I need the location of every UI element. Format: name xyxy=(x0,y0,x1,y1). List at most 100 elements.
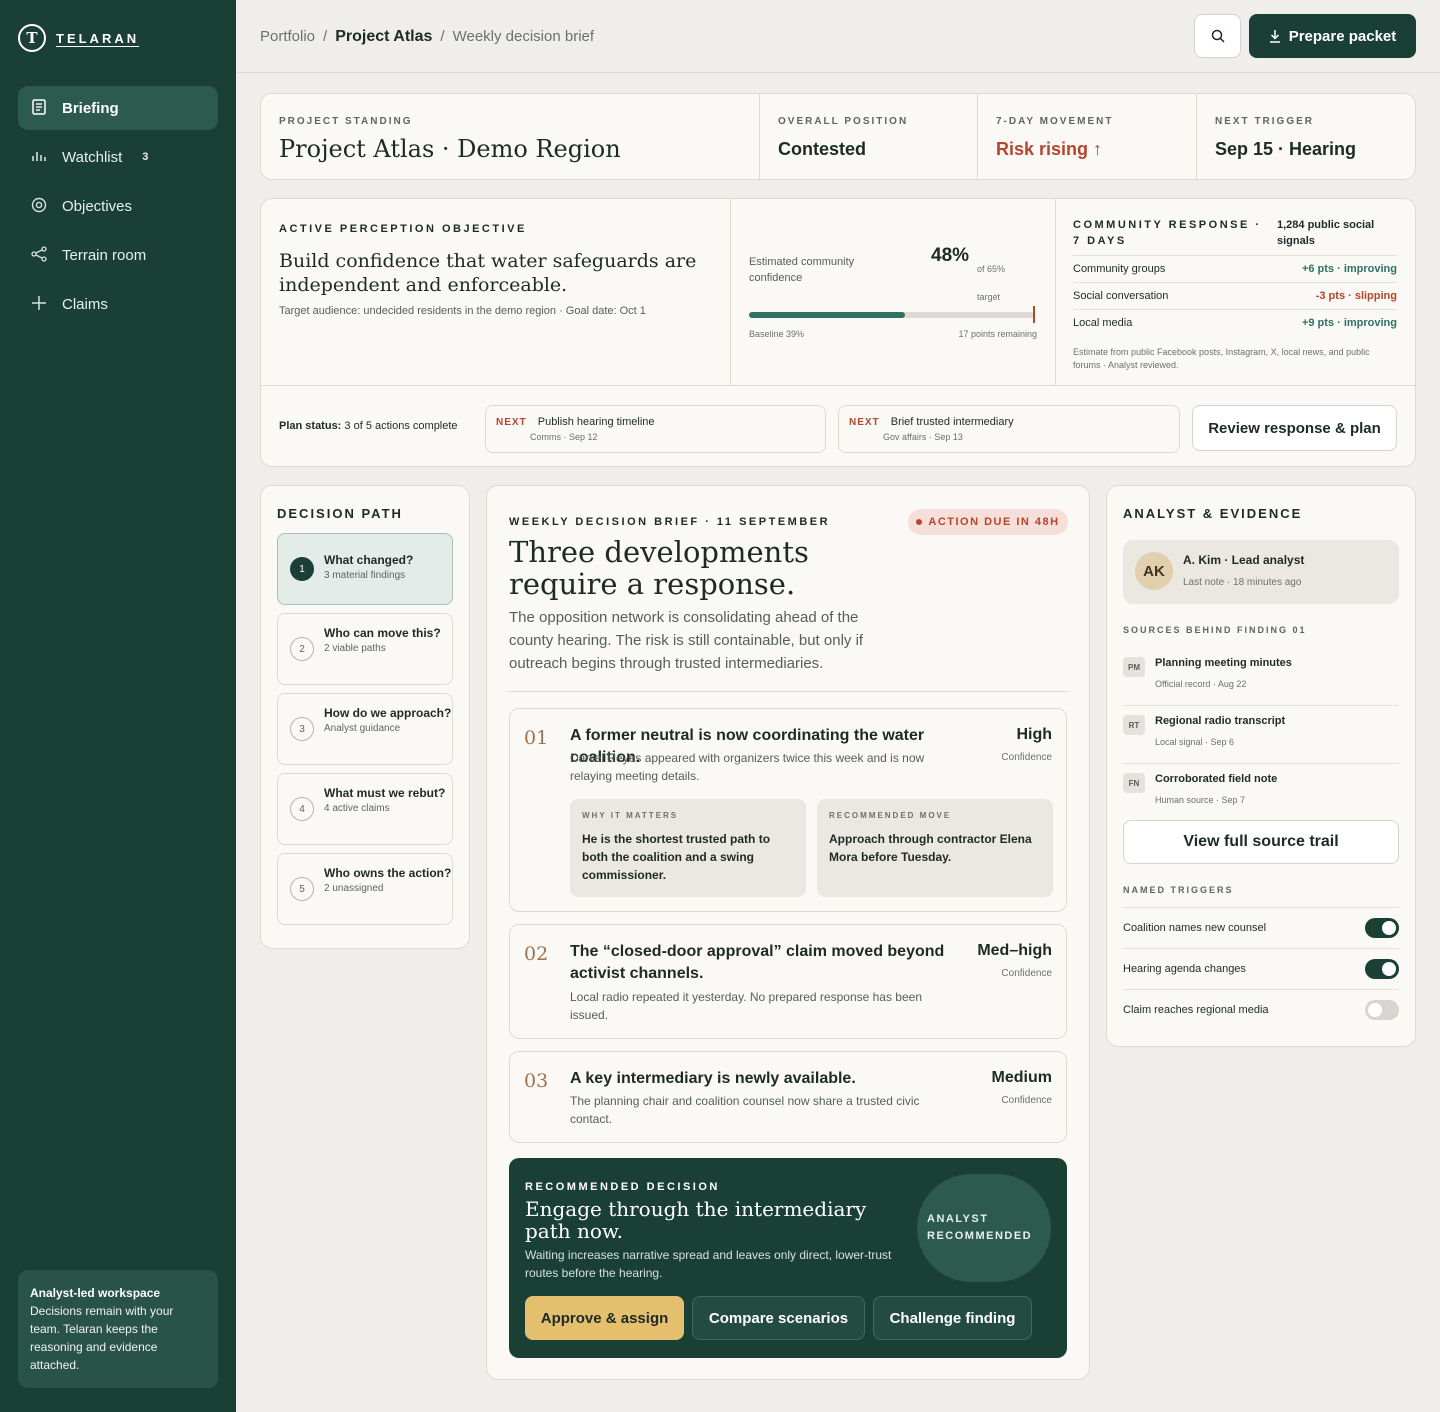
brief-label: Weekly decision brief · 11 September xyxy=(509,516,831,528)
trigger-toggle[interactable] xyxy=(1365,959,1399,979)
finding-number: 02 xyxy=(524,943,549,965)
standing-project: Project standing Project Atlas · Demo Re… xyxy=(261,94,760,179)
avatar: AK xyxy=(1135,552,1173,590)
step-title: Who owns the action? xyxy=(324,866,452,880)
response-count: 1,284 public social signals xyxy=(1277,219,1375,247)
step-sub: 4 active claims xyxy=(324,803,390,814)
brief-lede: The opposition network is consolidating … xyxy=(509,609,864,672)
finding-confidence: High Confidence xyxy=(1001,726,1052,763)
bars-icon xyxy=(30,149,48,165)
response-row: Community groups +6 pts · improving xyxy=(1073,256,1397,283)
decision-step-4[interactable]: 4 What must we rebut? 4 active claims xyxy=(277,773,453,845)
recommendation-desc: Waiting increases narrative spread and l… xyxy=(525,1248,892,1280)
response-row: Social conversation -3 pts · slipping xyxy=(1073,283,1397,310)
decision-step-5[interactable]: 5 Who owns the action? 2 unassigned xyxy=(277,853,453,925)
trigger-row: Coalition names new counsel xyxy=(1123,907,1399,948)
source-item[interactable]: RT Regional radio transcript Local signa… xyxy=(1123,706,1399,764)
finding-desc: The planning chair and coalition counsel… xyxy=(570,1094,920,1126)
approve-assign-button[interactable]: Approve & assign xyxy=(525,1296,684,1340)
nav-item-objectives[interactable]: Objectives xyxy=(18,184,218,228)
response-row-value: +6 pts · improving xyxy=(1301,263,1397,275)
next-action-title: Publish hearing timeline xyxy=(537,416,655,428)
nav-item-watchlist[interactable]: Watchlist 3 xyxy=(18,135,218,179)
review-plan-button[interactable]: Review response & plan xyxy=(1192,405,1397,451)
compare-scenarios-button[interactable]: Compare scenarios xyxy=(692,1296,865,1340)
why-label: Why it matters xyxy=(582,811,679,820)
objective-label: Active perception objective xyxy=(279,223,527,235)
decision-step-3[interactable]: 3 How do we approach? Analyst guidance xyxy=(277,693,453,765)
top-header: Portfolio / Project Atlas / Weekly decis… xyxy=(236,0,1440,73)
trigger-toggle[interactable] xyxy=(1365,918,1399,938)
nav-label: Briefing xyxy=(62,99,119,117)
finding-desc: Daniel Reyes appeared with organizers tw… xyxy=(570,751,925,783)
finding-3[interactable]: 03 A key intermediary is newly available… xyxy=(509,1051,1067,1143)
trigger-row: Claim reaches regional media xyxy=(1123,989,1399,1030)
analyst-card[interactable]: AK A. Kim · Lead analyst Last note · 18 … xyxy=(1123,540,1399,604)
step-number: 2 xyxy=(290,637,314,661)
workspace-note-title: Analyst-led workspace xyxy=(30,1286,161,1300)
response-row-name: Local media xyxy=(1073,317,1133,329)
objective-top: Active perception objective Build confid… xyxy=(261,199,1415,386)
confidence-label: Confidence xyxy=(1001,1095,1052,1106)
decision-step-1[interactable]: 1 What changed? 3 material findings xyxy=(277,533,453,605)
weekly-brief: Weekly decision brief · 11 September ACT… xyxy=(486,485,1090,1380)
nav-item-briefing[interactable]: Briefing xyxy=(18,86,218,130)
step-number: 4 xyxy=(290,797,314,821)
decision-step-2[interactable]: 2 Who can move this? 2 viable paths xyxy=(277,613,453,685)
prepare-packet-button[interactable]: Prepare packet xyxy=(1249,14,1416,58)
standing-position-label: Overall position xyxy=(778,116,909,127)
response-row-value: +9 pts · improving xyxy=(1301,317,1397,329)
why-it-matters: Why it matters He is the shortest truste… xyxy=(570,799,806,897)
next-action-2[interactable]: NEXT Brief trusted intermediary Gov affa… xyxy=(838,405,1180,453)
breadcrumb-separator: / xyxy=(323,28,328,45)
recommendation-label: Recommended decision xyxy=(525,1181,720,1193)
decision-path-label: Decision path xyxy=(277,506,403,521)
source-title: Planning meeting minutes xyxy=(1155,657,1292,669)
analyst-recommended-badge: ANALYST RECOMMENDED xyxy=(917,1174,1051,1282)
next-action-sub: Gov affairs · Sep 13 xyxy=(883,432,963,442)
sources-label: Sources behind finding 01 xyxy=(1123,625,1307,635)
move-text: Approach through contractor Elena Mora b… xyxy=(829,832,1032,864)
finding-2[interactable]: 02 The “closed-door approval” claim move… xyxy=(509,924,1067,1039)
nav-item-terrain-room[interactable]: Terrain room xyxy=(18,233,218,277)
alert-dot-icon xyxy=(916,519,923,525)
finding-number: 03 xyxy=(524,1070,549,1092)
next-action-1[interactable]: NEXT Publish hearing timeline Comms · Se… xyxy=(485,405,826,453)
challenge-finding-button[interactable]: Challenge finding xyxy=(873,1296,1032,1340)
source-sub: Local signal · Sep 6 xyxy=(1155,737,1235,747)
nav-item-claims[interactable]: Claims xyxy=(18,282,218,326)
breadcrumb-separator: / xyxy=(440,28,445,45)
response-row-name: Social conversation xyxy=(1073,290,1169,302)
objective-title: Build confidence that water safeguards a… xyxy=(279,250,697,296)
breadcrumb-project[interactable]: Project Atlas xyxy=(335,28,432,46)
breadcrumb-portfolio[interactable]: Portfolio xyxy=(260,28,315,46)
source-tag-icon: PM xyxy=(1123,657,1145,677)
source-item[interactable]: PM Planning meeting minutes Official rec… xyxy=(1123,648,1399,706)
response-label: Community response · 7 days xyxy=(1073,219,1262,247)
nav-label: Claims xyxy=(62,295,108,313)
trigger-label: Claim reaches regional media xyxy=(1123,1004,1269,1016)
confidence-value: Medium xyxy=(991,1069,1052,1086)
why-text: He is the shortest trusted path to both … xyxy=(582,832,771,882)
search-icon xyxy=(1211,29,1225,43)
step-title: Who can move this? xyxy=(324,626,441,640)
response-rows: Community groups +6 pts · improving Soci… xyxy=(1073,255,1397,336)
next-action-sub: Comms · Sep 12 xyxy=(530,432,598,442)
confidence-value: High xyxy=(1016,726,1052,743)
recommended-decision: Recommended decision Engage through the … xyxy=(509,1158,1067,1358)
response-row: Local media +9 pts · improving xyxy=(1073,310,1397,336)
standing-trigger-value: Sep 15 · Hearing xyxy=(1215,139,1357,159)
step-sub: 3 material findings xyxy=(324,570,406,581)
nav-label: Watchlist xyxy=(62,148,123,166)
response-row-name: Community groups xyxy=(1073,263,1166,275)
view-source-trail-button[interactable]: View full source trail xyxy=(1123,820,1399,864)
logo[interactable]: T TELARAN xyxy=(18,24,139,52)
standing-trigger-label: Next trigger xyxy=(1215,116,1315,127)
finding-1[interactable]: 01 A former neutral is now coordinating … xyxy=(509,708,1067,912)
trigger-toggle[interactable] xyxy=(1365,1000,1399,1020)
search-button[interactable] xyxy=(1194,14,1241,58)
source-item[interactable]: FN Corroborated field note Human source … xyxy=(1123,764,1399,822)
confidence-progress-fill xyxy=(749,312,905,318)
next-tag: NEXT xyxy=(496,417,527,428)
workspace-note: Analyst-led workspace Decisions remain w… xyxy=(18,1270,218,1388)
